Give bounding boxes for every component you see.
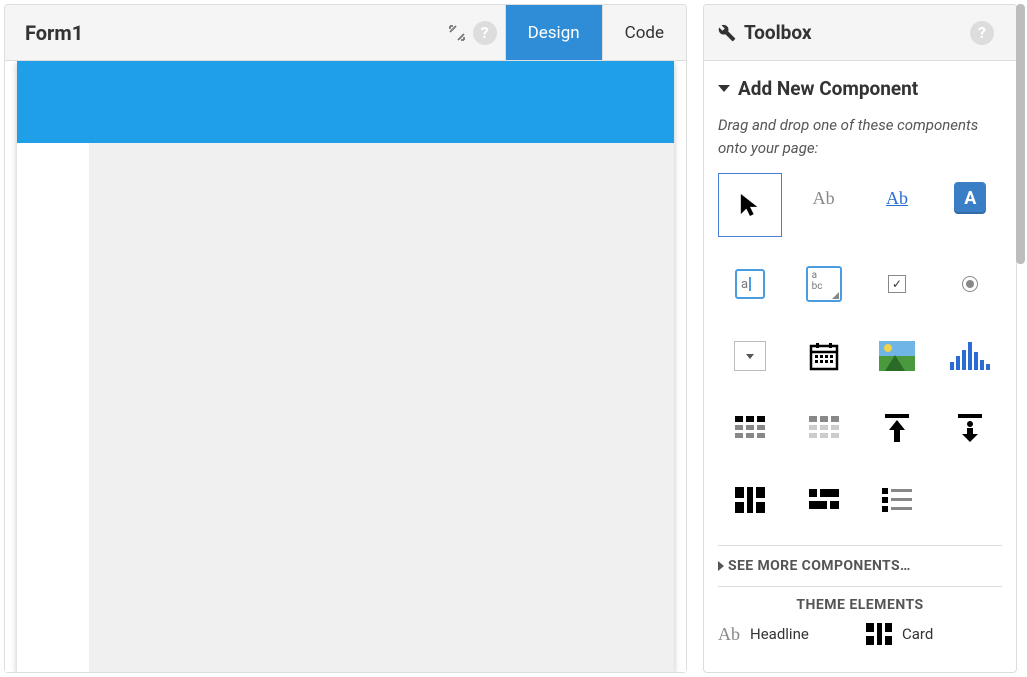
component-pointer[interactable] — [718, 173, 782, 237]
component-datagrid[interactable] — [718, 403, 782, 453]
textbox-icon: a — [735, 269, 765, 299]
add-component-heading: Add New Component — [738, 77, 918, 100]
component-flow-panel[interactable] — [792, 475, 855, 525]
tab-design[interactable]: Design — [505, 5, 602, 60]
download-icon — [956, 414, 984, 442]
component-chart[interactable] — [939, 331, 1002, 381]
see-more-components[interactable]: SEE MORE COMPONENTS… — [718, 545, 1002, 586]
theme-elements-header: THEME ELEMENTS — [718, 586, 1002, 619]
toolbox-header: Toolbox ? — [704, 5, 1016, 61]
component-image[interactable] — [865, 331, 928, 381]
component-column-panel[interactable] — [718, 475, 782, 525]
datagrid-icon — [735, 416, 765, 440]
button-icon: A — [954, 182, 986, 214]
dropdown-icon — [734, 341, 766, 371]
richtext-icon — [882, 488, 912, 512]
card-label: Card — [902, 625, 933, 643]
upload-icon — [883, 414, 911, 442]
label-icon: Ab — [813, 188, 835, 209]
component-fileuploader[interactable] — [865, 403, 928, 453]
form-canvas[interactable] — [17, 61, 674, 672]
theme-element-card[interactable]: Card — [866, 623, 1002, 645]
component-dropdown[interactable] — [718, 331, 782, 381]
textarea-icon: abc — [806, 266, 842, 302]
component-download[interactable] — [939, 403, 1002, 453]
flow-panel-icon — [809, 489, 839, 511]
caret-right-icon — [718, 561, 724, 571]
pointer-icon — [739, 192, 761, 218]
headline-icon: Ab — [718, 624, 740, 645]
toolbox-panel: Toolbox ? Add New Component Drag and dro… — [703, 4, 1017, 673]
form-content-area[interactable] — [89, 143, 674, 672]
link-icon: Ab — [886, 188, 908, 209]
tab-code[interactable]: Code — [602, 5, 686, 60]
headline-label: Headline — [750, 625, 809, 643]
toolbox-title-text: Toolbox — [744, 21, 812, 44]
component-radio[interactable] — [939, 259, 1002, 309]
component-link[interactable]: Ab — [865, 173, 928, 223]
design-canvas-area — [5, 61, 686, 672]
component-checkbox[interactable]: ✓ — [865, 259, 928, 309]
component-textbox[interactable]: a — [718, 259, 782, 309]
component-label[interactable]: Ab — [792, 173, 855, 223]
checkbox-icon: ✓ — [888, 275, 906, 293]
caret-down-icon — [718, 85, 730, 92]
image-icon — [879, 341, 915, 371]
toolbox-help-icon[interactable]: ? — [968, 19, 996, 47]
form-title: Form1 — [5, 21, 83, 45]
component-richtext[interactable] — [865, 475, 928, 525]
see-more-label: SEE MORE COMPONENTS… — [728, 558, 911, 574]
scrollbar[interactable] — [1016, 4, 1025, 264]
calendar-icon — [808, 340, 840, 372]
form-designer-panel: Form1 ? Design Code — [4, 4, 687, 673]
fullscreen-icon[interactable] — [443, 25, 471, 41]
component-datepicker[interactable] — [792, 331, 855, 381]
column-panel-icon — [735, 487, 765, 513]
component-button[interactable]: A — [939, 173, 1002, 223]
component-repeating-panel[interactable] — [792, 403, 855, 453]
card-icon — [866, 623, 892, 645]
wrench-icon — [718, 24, 736, 42]
add-component-description: Drag and drop one of these components on… — [718, 114, 1002, 159]
chart-icon — [950, 342, 990, 370]
repeating-icon — [809, 416, 839, 440]
add-component-section-toggle[interactable]: Add New Component — [718, 77, 1002, 100]
component-grid: Ab Ab A a abc ✓ — [718, 173, 1002, 525]
help-icon[interactable]: ? — [471, 19, 499, 47]
radio-icon — [962, 276, 978, 292]
form-title-bar[interactable] — [17, 61, 674, 143]
form-header: Form1 ? Design Code — [5, 5, 686, 61]
component-textarea[interactable]: abc — [792, 259, 855, 309]
theme-element-headline[interactable]: Ab Headline — [718, 624, 854, 645]
